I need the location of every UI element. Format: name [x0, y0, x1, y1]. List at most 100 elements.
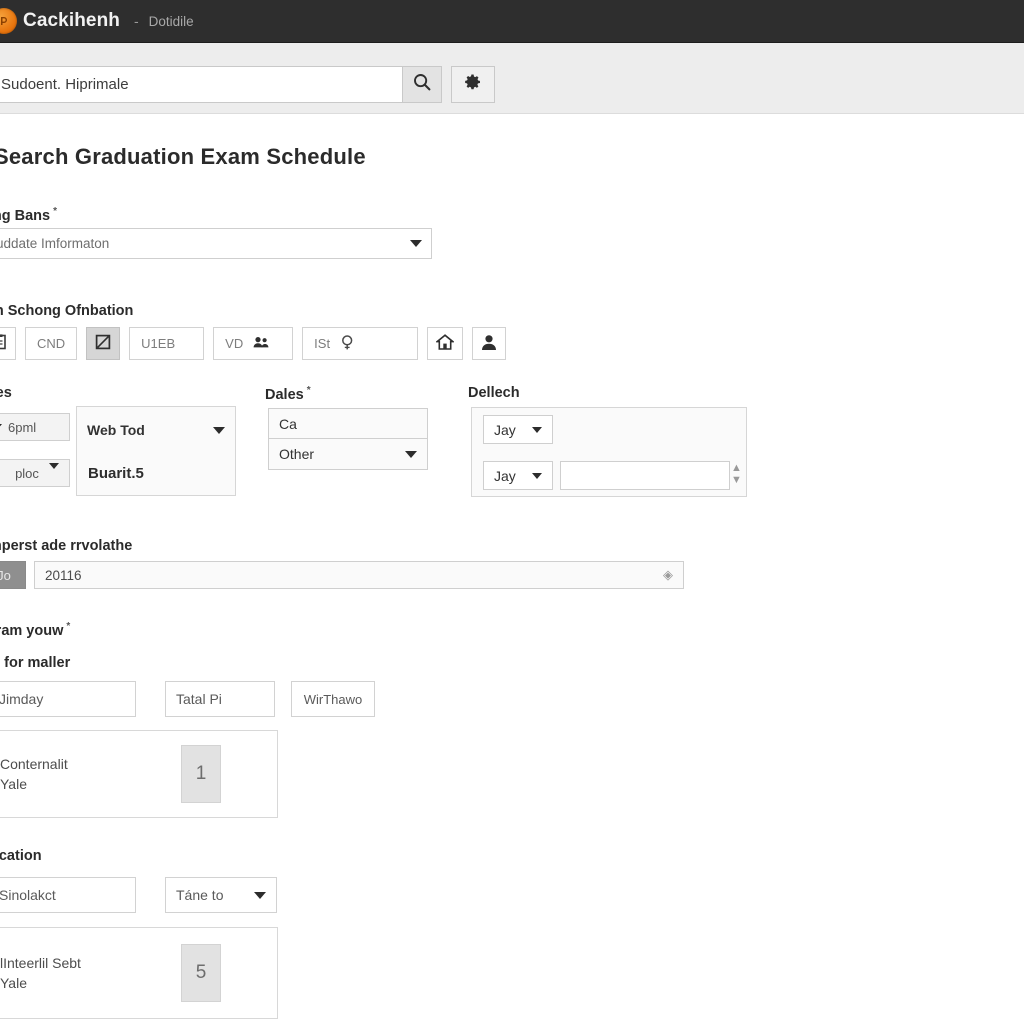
required-marker-b: * [306, 385, 311, 396]
number-field-input[interactable]: 20116 ◈ [34, 561, 684, 589]
search-input[interactable] [0, 66, 402, 103]
column-c-input[interactable] [560, 461, 730, 490]
location-controls: Sinolakct Táne to [0, 877, 277, 913]
droplet-icon[interactable]: ◈ [663, 567, 673, 583]
search-icon [412, 72, 432, 97]
checkbox-icon [95, 334, 111, 353]
people-icon [253, 335, 271, 352]
sram-panel: Conternalit Yale 1 [0, 730, 278, 818]
chip-uteb-label: U1EB [141, 336, 176, 351]
column-a-minis: 6pml ploc [0, 406, 76, 508]
sram-input[interactable]: Jimday [0, 681, 136, 717]
sram-section-sublabel: ile for maller [0, 655, 71, 671]
page-title: Search Graduation Exam Schedule [0, 144, 366, 169]
chip-user[interactable] [472, 327, 507, 360]
column-a-box: Web Tod Buarit.5 [76, 406, 236, 496]
required-marker: * [53, 206, 57, 217]
chip-cnd-label: CND [37, 336, 66, 351]
location-input[interactable]: Sinolakct [0, 877, 136, 913]
column-a-box-select[interactable]: Web Tod [77, 413, 235, 447]
application-window: Cackihenh - Dotidile Search Gra [0, 0, 1024, 1024]
location-input-value: Sinolakct [0, 887, 56, 903]
chip-vd[interactable]: VD [213, 327, 294, 360]
column-c-select-bottom[interactable]: Jay [483, 461, 553, 490]
chip-ist-label: ISt [314, 336, 331, 351]
number-field-row: Jo 20116 ◈ [0, 561, 684, 589]
bang-field-label: ung Bans* [0, 206, 57, 224]
location-panel-text: lInteerlil Sebt Yale [0, 954, 81, 991]
column-c-select-top[interactable]: Jay [483, 415, 553, 444]
magnifier-icon [340, 334, 356, 354]
sram-input-value: Jimday [0, 691, 44, 707]
search-controls [0, 66, 495, 103]
sram-panel-text: Conternalit Yale [0, 755, 68, 792]
chip-cnd[interactable]: CND [25, 327, 78, 360]
number-field-value: 20116 [45, 567, 82, 583]
column-c-select-bottom-value: Jay [494, 467, 516, 484]
app-logo-icon [0, 8, 17, 34]
sram-button-1[interactable]: Tatal Pi [165, 681, 275, 717]
sram-button-2[interactable]: WirThawo [291, 681, 375, 717]
location-section-label: ocation [0, 848, 42, 864]
chip-uteb[interactable]: U1EB [129, 327, 205, 360]
location-select[interactable]: Táne to [165, 877, 277, 913]
title-bar: Cackihenh - Dotidile [0, 0, 1024, 43]
spinner-updown-icon[interactable]: ▲ ▼ [731, 462, 742, 486]
column-b-option-2[interactable]: Other [268, 438, 428, 470]
sram-button-1-label: Tatal Pi [176, 691, 222, 707]
column-c-select-top-value: Jay [494, 421, 516, 438]
home-icon [435, 333, 456, 354]
bang-select[interactable]: uddate Imformaton [0, 228, 432, 259]
chip-ist[interactable]: ISt [302, 327, 419, 360]
school-chip-row: CND U1EB VD ISt [0, 327, 507, 360]
column-b-options: Ca Other [268, 408, 428, 470]
app-title: Cackihenh [23, 10, 120, 31]
title-separator: - [134, 13, 139, 29]
chip-checkbox[interactable] [86, 327, 121, 360]
chevron-down-icon-location [254, 891, 266, 899]
sram-section-label-text: Sram youw [0, 622, 64, 639]
chevron-down-icon-colC-1 [532, 426, 542, 433]
title-subtitle: Dotidile [148, 13, 194, 29]
chevron-down-icon-colC-2 [532, 472, 542, 479]
sram-button-2-label: WirThawo [303, 691, 363, 707]
required-marker-sram: * [66, 621, 71, 632]
column-b-option-1[interactable]: Ca [268, 408, 428, 438]
chevron-down-icon-mini-1 [0, 424, 2, 430]
settings-button[interactable] [451, 66, 495, 103]
school-section-label: gh Schong Ofnbation [0, 303, 134, 319]
mini-select-2-value: ploc [15, 465, 39, 481]
column-b-label-text: Dales [265, 386, 304, 403]
number-field-label: unperst ade rrvolathe [0, 538, 133, 554]
sram-section-label: Sram youw* [0, 621, 70, 639]
mini-select-1[interactable]: 6pml [0, 413, 70, 441]
gear-icon [463, 72, 483, 97]
location-panel: lInteerlil Sebt Yale 5 [0, 927, 278, 1019]
column-b-label: Dales * [265, 385, 311, 403]
column-a-label: ttes [0, 385, 12, 401]
chip-home[interactable] [427, 327, 464, 360]
chip-vd-label: VD [225, 336, 244, 351]
mini-select-2[interactable]: ploc [0, 459, 70, 487]
chevron-down-icon-colA [213, 426, 225, 434]
column-b-option-2-value: Other [279, 446, 315, 462]
chip-doc[interactable] [0, 327, 16, 360]
location-panel-number[interactable]: 5 [181, 944, 221, 1002]
sram-controls: Jimday Tatal Pi WirThawo [0, 681, 375, 717]
column-a-box-select-value: Web Tod [87, 422, 145, 438]
bang-field-label-text: ung Bans [0, 207, 51, 224]
search-button[interactable] [402, 66, 442, 103]
sram-panel-number[interactable]: 1 [181, 745, 221, 803]
chevron-down-icon-mini-2 [49, 463, 59, 469]
column-c-box: Jay Jay ▲ ▼ [471, 407, 747, 497]
person-icon [481, 334, 497, 354]
location-select-value: Táne to [176, 887, 224, 903]
bang-select-value: uddate Imformaton [0, 236, 110, 251]
mini-select-1-value: 6pml [8, 419, 37, 435]
column-b-option-1-value: Ca [279, 415, 297, 432]
chevron-down-icon-colB [405, 450, 417, 458]
document-icon [0, 334, 7, 353]
chevron-down-icon [410, 240, 422, 247]
number-field-prefix[interactable]: Jo [0, 561, 26, 589]
column-c-label: Dellech [468, 385, 520, 401]
